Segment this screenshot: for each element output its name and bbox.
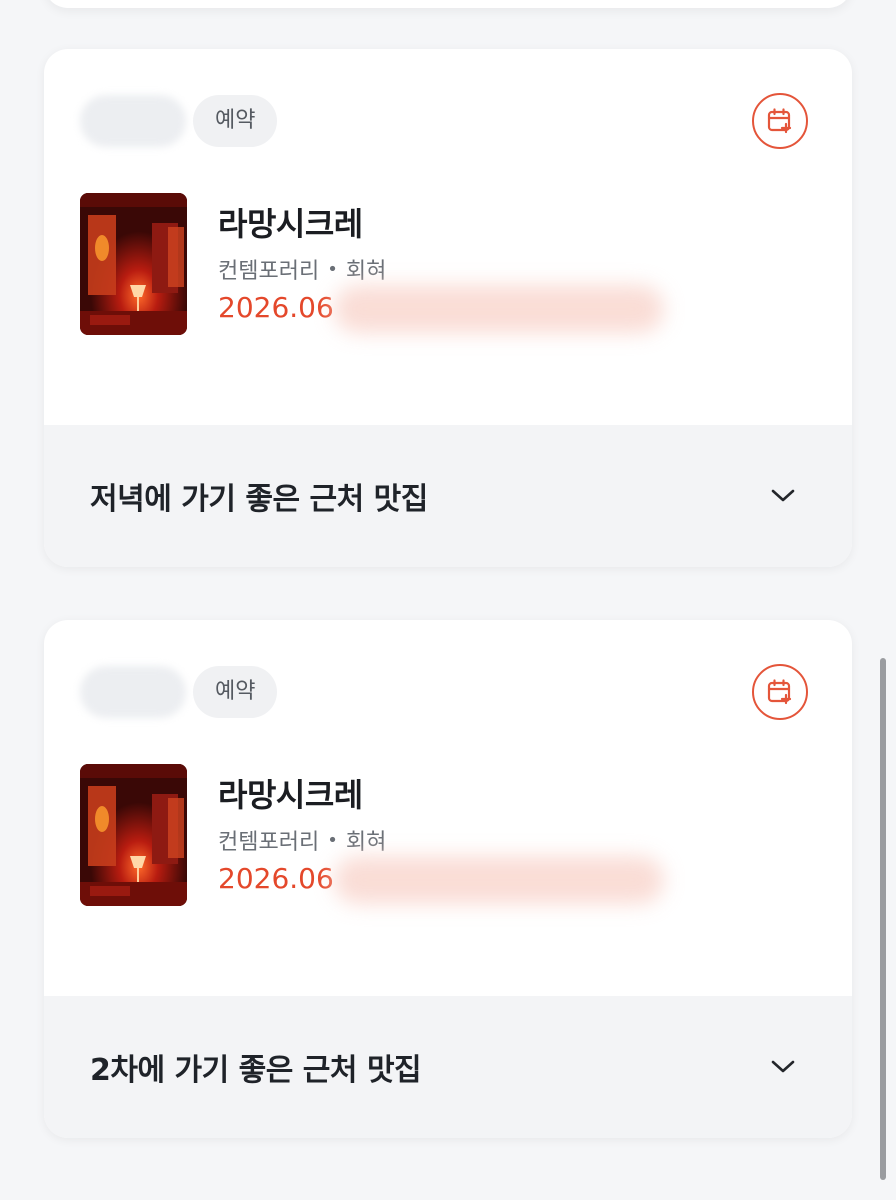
restaurant-name[interactable]: 라망시크레 (218, 770, 363, 816)
menu-type-label: 회혀 (345, 830, 387, 855)
blurred-chip (80, 95, 186, 147)
nearby-restaurants-label: 저녁에 가기 좋은 근처 맛집 (90, 482, 428, 517)
cuisine-label: 컨템포러리 (218, 830, 320, 855)
nearby-restaurants-label: 2차에 가기 좋은 근처 맛집 (90, 1053, 422, 1088)
scrollbar[interactable] (880, 658, 886, 1180)
status-badge: 예약 (193, 666, 278, 718)
reservation-date: 2026.06 (218, 862, 334, 895)
restaurant-thumbnail[interactable] (80, 764, 187, 906)
chevron-down-icon (771, 1060, 795, 1073)
blurred-chip (80, 666, 186, 718)
reservation-date: 2026.06 (218, 291, 334, 324)
status-badge: 예약 (193, 95, 278, 147)
restaurant-meta: 컨템포러리 • 회혀 (218, 253, 386, 285)
previous-card-edge (44, 0, 852, 8)
nearby-restaurants-toggle[interactable]: 저녁에 가기 좋은 근처 맛집 (44, 425, 852, 567)
redacted-time (334, 285, 664, 333)
chevron-down-icon (771, 489, 795, 502)
meta-separator: • (327, 829, 338, 851)
add-to-calendar-button[interactable] (752, 93, 808, 149)
cuisine-label: 컨템포러리 (218, 259, 320, 284)
reservation-card-header: 예약 라망시크레 컨템포러리 • 회혀 2026.06 (44, 49, 852, 425)
redacted-time (334, 856, 664, 904)
nearby-restaurants-toggle[interactable]: 2차에 가기 좋은 근처 맛집 (44, 996, 852, 1138)
restaurant-meta: 컨템포러리 • 회혀 (218, 824, 386, 856)
reservation-card-header: 예약 라망시크레 컨템포러리 • 회혀 2026.06 (44, 620, 852, 996)
calendar-add-icon (767, 679, 792, 705)
add-to-calendar-button[interactable] (752, 664, 808, 720)
reservation-card[interactable]: 예약 (44, 620, 852, 1138)
menu-type-label: 회혀 (345, 259, 387, 284)
meta-separator: • (327, 258, 338, 280)
calendar-add-icon (767, 108, 792, 134)
restaurant-thumbnail[interactable] (80, 193, 187, 335)
restaurant-name[interactable]: 라망시크레 (218, 199, 363, 245)
reservation-card[interactable]: 예약 (44, 49, 852, 567)
reservation-list: 예약 라망시크레 컨템포러리 • 회혀 2026.06 저녁에 가기 좋은 근처… (0, 0, 896, 1200)
